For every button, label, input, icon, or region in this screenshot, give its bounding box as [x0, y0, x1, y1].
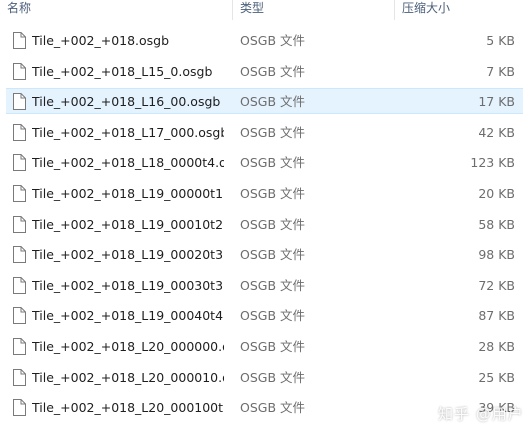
file-type: OSGB 文件 — [240, 155, 306, 171]
file-row[interactable]: Tile_+002_+018_L20_000010.os... OSGB 文件 … — [0, 362, 523, 393]
file-row[interactable]: Tile_+002_+018_L19_00030t3.os... OSGB 文件… — [0, 270, 523, 301]
file-row[interactable]: Tile_+002_+018_L18_0000t4.osgb OSGB 文件 1… — [0, 147, 523, 178]
file-icon — [13, 368, 26, 386]
file-row[interactable]: Tile_+002_+018_L20_000000.os... OSGB 文件 … — [0, 331, 523, 362]
file-size: 58 KB — [478, 216, 515, 232]
file-row[interactable]: Tile_+002_+018_L17_000.osgb OSGB 文件 42 K… — [0, 117, 523, 148]
file-size: 87 KB — [478, 308, 515, 324]
file-size: 28 KB — [478, 338, 515, 354]
file-icon — [13, 307, 26, 325]
file-icon — [13, 32, 26, 49]
file-type: OSGB 文件 — [240, 247, 306, 263]
file-type: OSGB 文件 — [240, 216, 306, 232]
file-name: Tile_+002_+018.osgb — [32, 33, 170, 48]
file-row[interactable]: Tile_+002_+018_L16_00.osgb OSGB 文件 17 KB — [0, 86, 523, 117]
file-size: 25 KB — [478, 369, 515, 385]
file-icon — [13, 337, 26, 355]
file-row[interactable]: Tile_+002_+018_L19_00010t2.os... OSGB 文件… — [0, 209, 523, 240]
file-name: Tile_+002_+018_L20_000010.os... — [32, 369, 224, 385]
file-icon — [13, 154, 26, 172]
file-type: OSGB 文件 — [240, 33, 306, 48]
file-row[interactable]: Tile_+002_+018_L15_0.osgb OSGB 文件 7 KB — [0, 56, 523, 87]
file-size: 5 KB — [486, 33, 515, 48]
column-header-bar: 名称 类型 压缩大小 — [0, 0, 523, 20]
file-name: Tile_+002_+018_L19_00000t1.os... — [32, 185, 224, 201]
file-type: OSGB 文件 — [240, 400, 306, 416]
column-header-type[interactable]: 类型 — [232, 0, 394, 20]
file-name: Tile_+002_+018_L19_00040t4.os... — [32, 308, 224, 324]
file-size: 17 KB — [478, 94, 515, 110]
file-icon — [13, 184, 26, 202]
file-name: Tile_+002_+018_L19_00010t2.os... — [32, 216, 224, 232]
file-type: OSGB 文件 — [240, 308, 306, 324]
watermark: 知乎 @用户 — [438, 405, 523, 423]
file-name: Tile_+002_+018_L17_000.osgb — [32, 124, 224, 140]
file-icon — [13, 123, 26, 141]
file-type: OSGB 文件 — [240, 338, 306, 354]
file-name: Tile_+002_+018_L19_00020t3.os... — [32, 247, 224, 263]
file-row[interactable]: Tile_+002_+018_L19_00020t3.os... OSGB 文件… — [0, 239, 523, 270]
file-name: Tile_+002_+018_L20_000100t1.o... — [32, 400, 224, 416]
file-type: OSGB 文件 — [240, 63, 306, 79]
file-row[interactable]: Tile_+002_+018_L19_00040t4.os... OSGB 文件… — [0, 300, 523, 331]
file-size: 123 KB — [470, 155, 515, 171]
file-name: Tile_+002_+018_L20_000000.os... — [32, 338, 224, 354]
file-size: 20 KB — [478, 185, 515, 201]
file-type: OSGB 文件 — [240, 124, 306, 140]
file-name: Tile_+002_+018_L18_0000t4.osgb — [32, 155, 224, 171]
file-list: Tile_+002_+018.osgb OSGB 文件 5 KB Tile_+0… — [0, 25, 523, 423]
file-icon — [13, 246, 26, 264]
file-size: 42 KB — [478, 124, 515, 140]
file-icon — [13, 399, 26, 417]
file-icon — [13, 215, 26, 233]
file-type: OSGB 文件 — [240, 369, 306, 385]
file-row[interactable]: Tile_+002_+018_L19_00000t1.os... OSGB 文件… — [0, 178, 523, 209]
file-size: 98 KB — [478, 247, 515, 263]
file-name: Tile_+002_+018_L19_00030t3.os... — [32, 277, 224, 293]
file-icon — [13, 93, 26, 111]
file-type: OSGB 文件 — [240, 94, 306, 110]
file-type: OSGB 文件 — [240, 185, 306, 201]
column-header-size[interactable]: 压缩大小 — [394, 0, 523, 20]
file-size: 7 KB — [486, 63, 515, 79]
file-type: OSGB 文件 — [240, 277, 306, 293]
file-row[interactable]: Tile_+002_+018.osgb OSGB 文件 5 KB — [0, 25, 523, 56]
file-name: Tile_+002_+018_L15_0.osgb — [32, 63, 213, 79]
file-name: Tile_+002_+018_L16_00.osgb — [32, 94, 221, 110]
file-icon — [13, 62, 26, 80]
file-icon — [13, 276, 26, 294]
column-header-name[interactable]: 名称 — [0, 0, 232, 20]
file-size: 72 KB — [478, 277, 515, 293]
